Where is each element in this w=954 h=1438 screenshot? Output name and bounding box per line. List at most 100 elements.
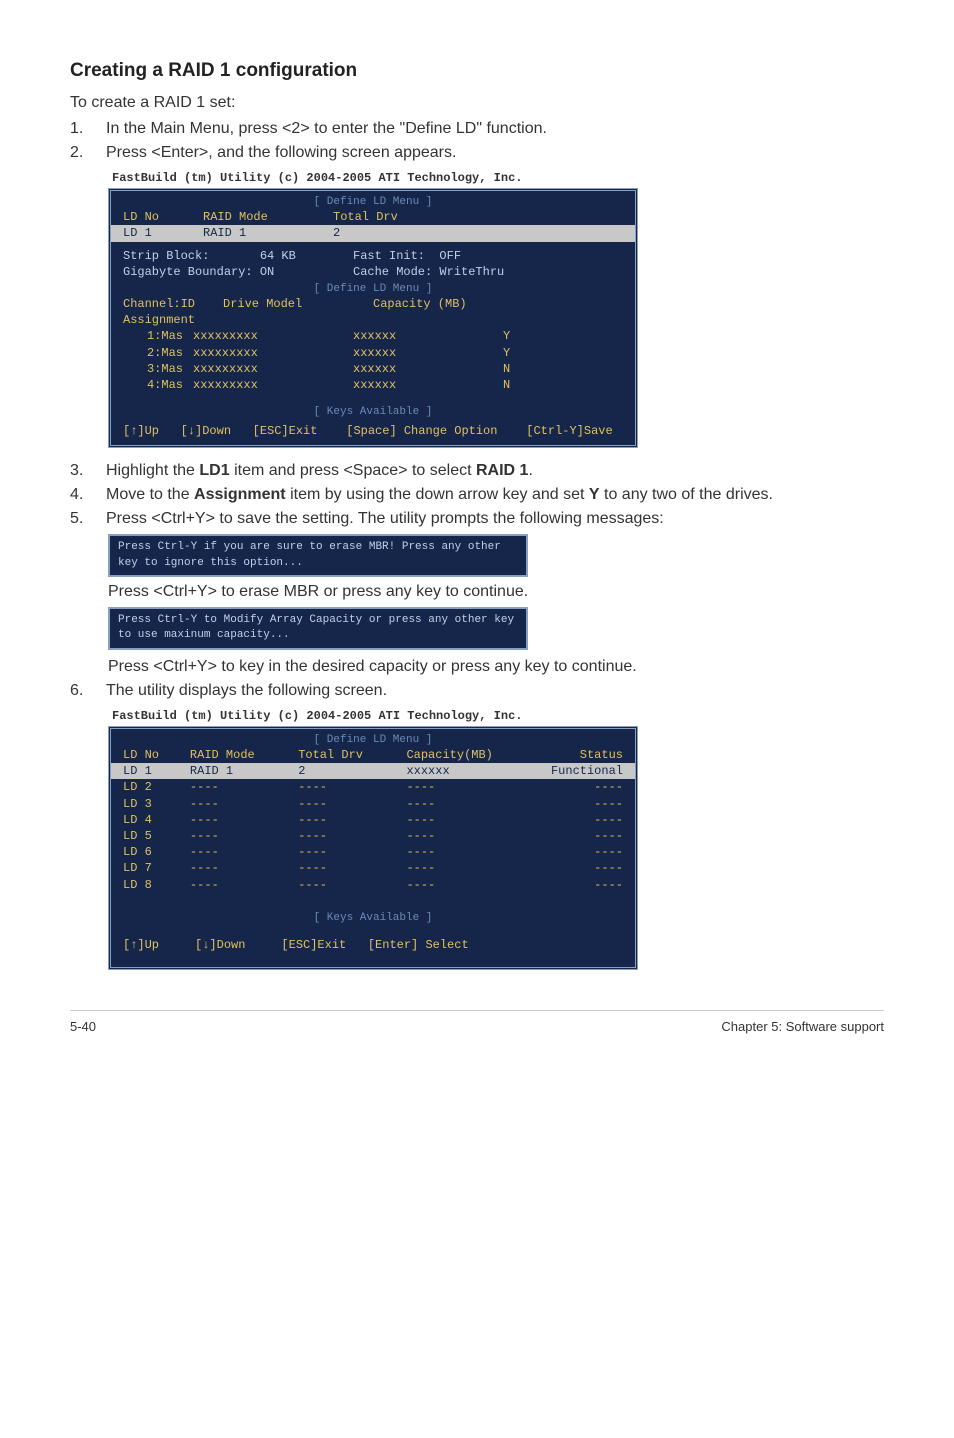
gigabyte-boundary: Gigabyte Boundary: ON	[123, 264, 353, 280]
drv: ----	[298, 877, 406, 893]
capacity: ----	[406, 860, 534, 876]
ld-label: LD 2	[123, 779, 190, 795]
drive-row: 3:Mas xxxxxxxxx xxxxxx N	[111, 361, 635, 377]
terminal-define-ld: FastBuild (tm) Utility (c) 2004-2005 ATI…	[108, 168, 638, 448]
selected-row[interactable]: LD 1 RAID 1 2 xxxxxx Functional	[111, 763, 635, 779]
section-label: [ Keys Available ]	[111, 405, 635, 419]
status: ----	[534, 796, 623, 812]
mode: ----	[190, 812, 298, 828]
sel-capacity: xxxxxx	[406, 763, 534, 779]
capacity: ----	[406, 812, 534, 828]
ld-row: LD 7 ---- ---- ---- ----	[111, 860, 635, 876]
hdr-model: Drive Model	[223, 296, 373, 312]
mode: ----	[190, 877, 298, 893]
step-number: 4.	[70, 486, 106, 504]
assignment-label: Assignment	[111, 312, 635, 328]
mode: ----	[190, 828, 298, 844]
model: xxxxxxxxx	[193, 361, 353, 377]
ld-row: LD 2 ---- ---- ---- ----	[111, 779, 635, 795]
model: xxxxxxxxx	[193, 377, 353, 393]
drive-row: 2:Mas xxxxxxxxx xxxxxx Y	[111, 345, 635, 361]
status: ----	[534, 812, 623, 828]
drv: ----	[298, 844, 406, 860]
drv: ----	[298, 796, 406, 812]
sel-ld: LD 1	[123, 763, 190, 779]
capacity: ----	[406, 877, 534, 893]
drive-row: 1:Mas xxxxxxxxx xxxxxx Y	[111, 328, 635, 344]
step-2: 2. Press <Enter>, and the following scre…	[70, 144, 884, 162]
capacity: ----	[406, 796, 534, 812]
sel-ld: LD 1	[123, 225, 203, 241]
prompt-erase-mbr: Press Ctrl-Y if you are sure to erase MB…	[108, 534, 528, 577]
ld-label: LD 6	[123, 844, 190, 860]
table-header-row: Channel:ID Drive Model Capacity (MB)	[111, 296, 635, 312]
keys-available: [↑]Up [↓]Down [ESC]Exit [Enter] Select	[111, 933, 635, 957]
ld-label: LD 3	[123, 796, 190, 812]
model: xxxxxxxxx	[193, 328, 353, 344]
capacity: xxxxxx	[353, 361, 503, 377]
step-number: 5.	[70, 510, 106, 528]
selected-row[interactable]: LD 1 RAID 1 2	[111, 225, 635, 241]
channel: 3:Mas	[123, 361, 183, 377]
capacity: ----	[406, 779, 534, 795]
sel-mode: RAID 1	[190, 763, 298, 779]
instruction-text: Press <Ctrl+Y> to key in the desired cap…	[108, 658, 884, 676]
step-text: Highlight the LD1 item and press <Space>…	[106, 462, 884, 480]
assignment: N	[503, 377, 510, 393]
ld-row: LD 6 ---- ---- ---- ----	[111, 844, 635, 860]
section-heading: Creating a RAID 1 configuration	[70, 60, 884, 82]
section-label: [ Keys Available ]	[111, 911, 635, 925]
step-number: 6.	[70, 682, 106, 700]
hdr-ldno: LD No	[123, 747, 190, 763]
capacity: ----	[406, 828, 534, 844]
hdr-ldno: LD No	[123, 209, 203, 225]
cache-mode: Cache Mode: WriteThru	[353, 264, 504, 280]
assignment: N	[503, 361, 510, 377]
drv: ----	[298, 779, 406, 795]
strip-block: Strip Block: 64 KB	[123, 248, 353, 264]
hdr-mode: RAID Mode	[190, 747, 298, 763]
page-number: 5-40	[70, 1019, 96, 1034]
status: ----	[534, 860, 623, 876]
step-5: 5. Press <Ctrl+Y> to save the setting. T…	[70, 510, 884, 528]
status: ----	[534, 844, 623, 860]
drive-row: 4:Mas xxxxxxxxx xxxxxx N	[111, 377, 635, 393]
instruction-text: Press <Ctrl+Y> to erase MBR or press any…	[108, 583, 884, 601]
hdr-mode: RAID Mode	[203, 209, 333, 225]
step-1: 1. In the Main Menu, press <2> to enter …	[70, 120, 884, 138]
section-label: [ Define LD Menu ]	[111, 282, 635, 296]
drv: ----	[298, 828, 406, 844]
step-number: 3.	[70, 462, 106, 480]
channel: 2:Mas	[123, 345, 183, 361]
model: xxxxxxxxx	[193, 345, 353, 361]
intro-text: To create a RAID 1 set:	[70, 94, 884, 112]
hdr-capacity: Capacity (MB)	[373, 296, 493, 312]
channel: 4:Mas	[123, 377, 183, 393]
mode: ----	[190, 779, 298, 795]
terminal-title: FastBuild (tm) Utility (c) 2004-2005 ATI…	[108, 706, 638, 726]
status: ----	[534, 828, 623, 844]
option-row: Strip Block: 64 KB Fast Init: OFF	[111, 248, 635, 264]
step-text: Press <Enter>, and the following screen …	[106, 144, 884, 162]
drv: ----	[298, 812, 406, 828]
step-3: 3. Highlight the LD1 item and press <Spa…	[70, 462, 884, 480]
prompt-modify-capacity: Press Ctrl-Y to Modify Array Capacity or…	[108, 607, 528, 650]
status: ----	[534, 779, 623, 795]
ld-row: LD 3 ---- ---- ---- ----	[111, 796, 635, 812]
option-row: Gigabyte Boundary: ON Cache Mode: WriteT…	[111, 264, 635, 280]
sel-drv: 2	[298, 763, 406, 779]
channel: 1:Mas	[123, 328, 183, 344]
hdr-channel: Channel:ID	[123, 296, 223, 312]
assignment: Y	[503, 328, 510, 344]
step-text: Move to the Assignment item by using the…	[106, 486, 884, 504]
terminal-title: FastBuild (tm) Utility (c) 2004-2005 ATI…	[108, 168, 638, 188]
ld-row: LD 8 ---- ---- ---- ----	[111, 877, 635, 893]
ld-row: LD 5 ---- ---- ---- ----	[111, 828, 635, 844]
hdr-drv: Total Drv	[298, 747, 406, 763]
mode: ----	[190, 844, 298, 860]
capacity: xxxxxx	[353, 328, 503, 344]
fast-init: Fast Init: OFF	[353, 248, 461, 264]
ld-label: LD 8	[123, 877, 190, 893]
section-label: [ Define LD Menu ]	[111, 733, 635, 747]
step-6: 6. The utility displays the following sc…	[70, 682, 884, 700]
